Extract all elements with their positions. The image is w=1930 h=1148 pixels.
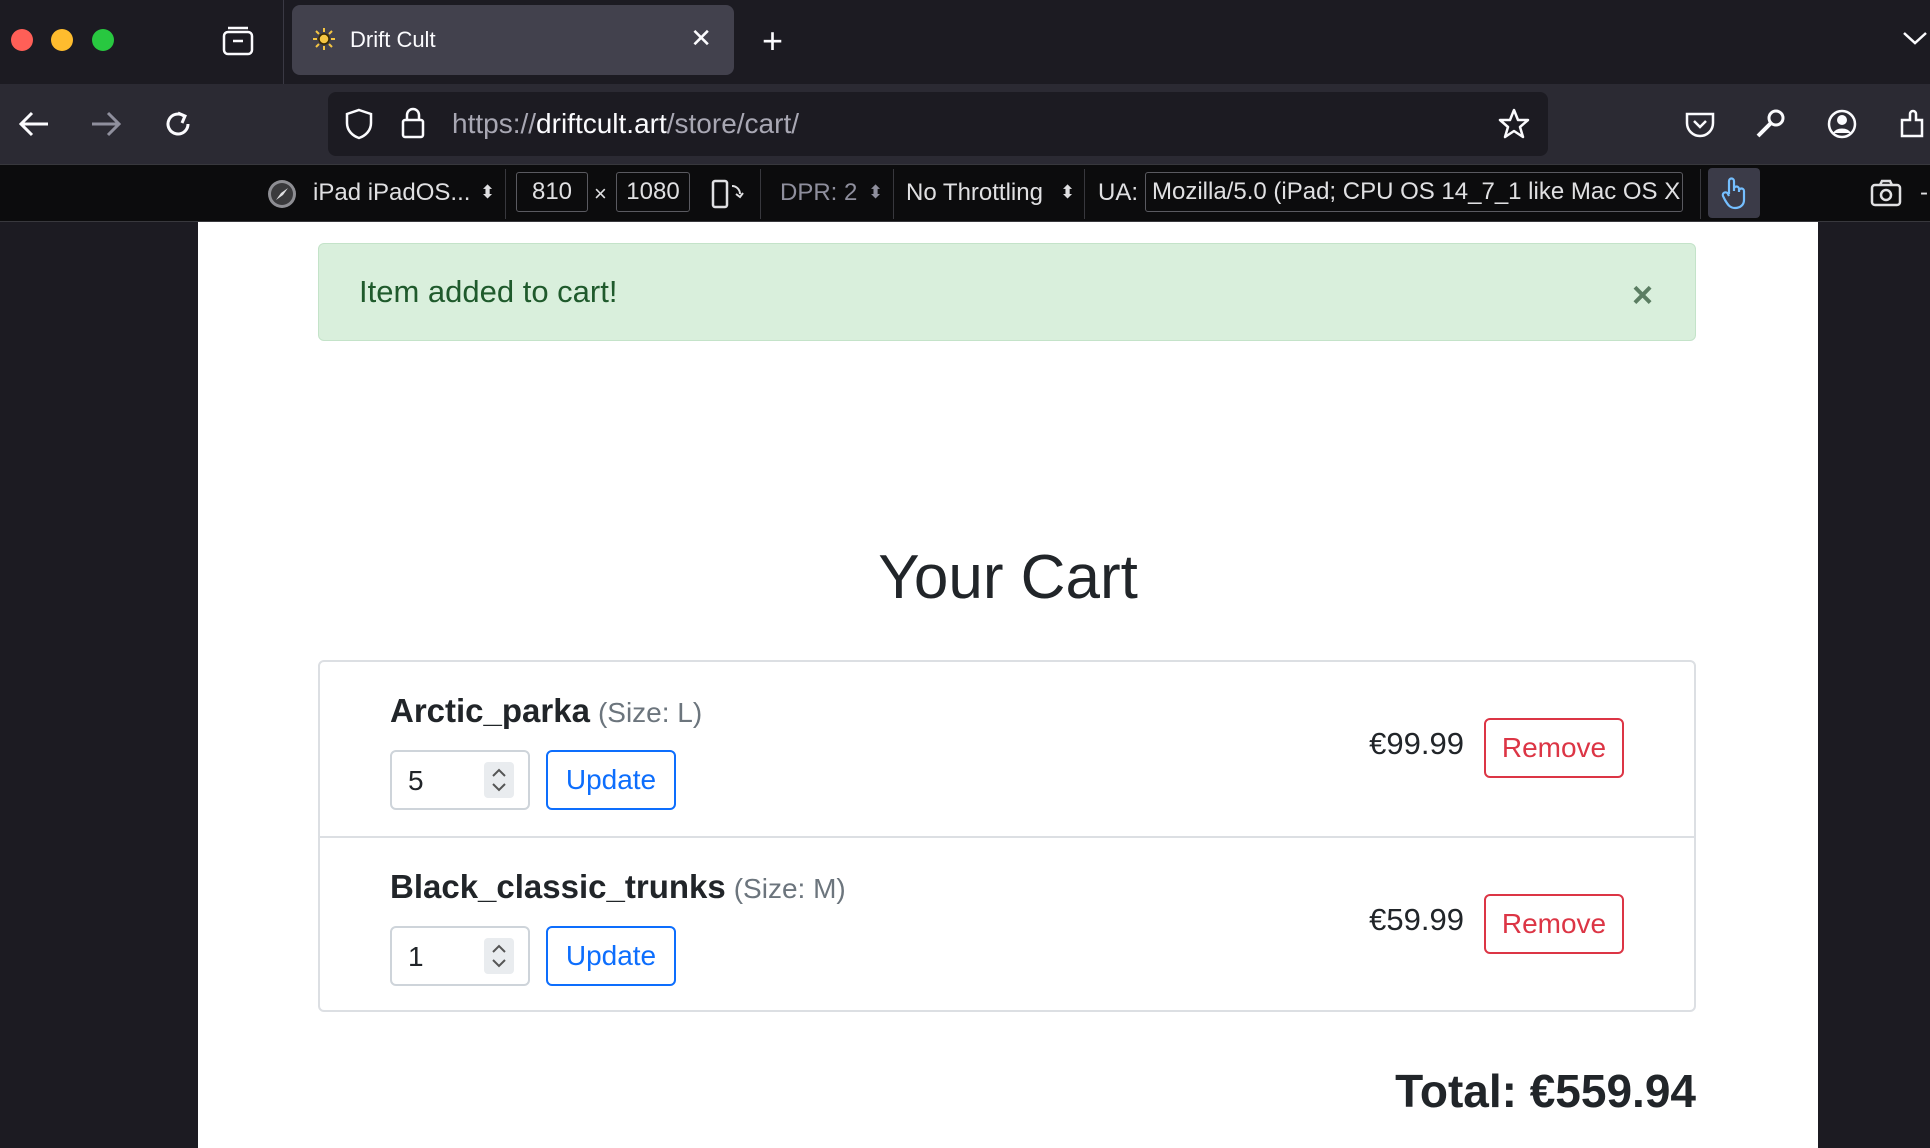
page-viewport: Item added to cart! × Your Cart Arctic_p… bbox=[198, 222, 1818, 1148]
page-title: Your Cart bbox=[878, 543, 1138, 612]
quantity-value: 5 bbox=[408, 765, 424, 796]
item-size: (Size: L) bbox=[597, 697, 703, 728]
item-price: €99.99 bbox=[1369, 726, 1464, 761]
alert-close-icon[interactable]: × bbox=[1632, 274, 1653, 316]
pocket-icon[interactable] bbox=[1684, 110, 1716, 140]
extensions-icon[interactable] bbox=[1898, 108, 1930, 140]
item-name-row: Black_classic_trunks (Size: M) bbox=[390, 868, 846, 906]
toolbar-separator bbox=[1700, 169, 1701, 219]
toolbar-separator bbox=[1084, 169, 1085, 219]
tab-drift-cult[interactable]: Drift Cult ✕ bbox=[292, 5, 734, 75]
device-selector-arrows-icon[interactable]: ⬍ bbox=[480, 182, 495, 203]
url-domain: driftcult.art bbox=[536, 108, 667, 139]
item-size: (Size: M) bbox=[733, 873, 846, 904]
toolbar-separator bbox=[505, 169, 506, 219]
viewport-width-input[interactable]: 810 bbox=[516, 172, 588, 212]
safari-compass-icon bbox=[266, 178, 298, 210]
back-arrow-icon[interactable] bbox=[18, 110, 50, 138]
screenshot-camera-icon[interactable] bbox=[1870, 179, 1902, 207]
reload-icon[interactable] bbox=[162, 108, 194, 140]
device-selector[interactable]: iPad iPadOS... bbox=[313, 179, 470, 207]
quantity-stepper-icon[interactable] bbox=[484, 938, 514, 974]
cart-item: Arctic_parka (Size: L) 5 Update €99.99 Re… bbox=[320, 662, 1694, 836]
quantity-input[interactable]: 5 bbox=[390, 750, 530, 810]
url-text[interactable]: https://driftcult.art/store/cart/ bbox=[452, 108, 799, 140]
responsive-design-toolbar: iPad iPadOS... ⬍ 810 × 1080 DPR: 2 ⬍ No … bbox=[0, 164, 1930, 222]
toolbar-separator bbox=[893, 169, 894, 219]
new-tab-icon[interactable]: + bbox=[762, 20, 783, 62]
item-price: €59.99 bbox=[1369, 902, 1464, 937]
url-path: /store/cart/ bbox=[666, 108, 800, 139]
forward-arrow-icon[interactable] bbox=[90, 110, 122, 138]
tab-separator bbox=[283, 0, 284, 84]
dpr-selector[interactable]: DPR: 2 bbox=[780, 179, 857, 207]
tab-close-icon[interactable]: ✕ bbox=[690, 23, 712, 54]
rotate-device-icon[interactable] bbox=[710, 178, 744, 210]
update-button[interactable]: Update bbox=[546, 926, 676, 986]
tab-title: Drift Cult bbox=[350, 27, 436, 52]
maximize-window-button[interactable] bbox=[92, 29, 114, 51]
hand-pointer-icon bbox=[1720, 176, 1748, 210]
dimension-separator: × bbox=[594, 181, 607, 206]
ua-label: UA: bbox=[1098, 179, 1139, 206]
toolbar-overflow-icon[interactable]: - bbox=[1920, 179, 1928, 207]
item-name: Black_classic_trunks bbox=[390, 868, 726, 905]
dpr-arrows-icon[interactable]: ⬍ bbox=[868, 182, 883, 203]
cart-total: Total: €559.94 bbox=[1395, 1065, 1696, 1117]
throttling-selector[interactable]: No Throttling bbox=[906, 179, 1043, 207]
item-name-row: Arctic_parka (Size: L) bbox=[390, 692, 702, 730]
quantity-stepper-icon[interactable] bbox=[484, 762, 514, 798]
quantity-input[interactable]: 1 bbox=[390, 926, 530, 986]
lock-icon[interactable] bbox=[400, 106, 426, 140]
shield-icon[interactable] bbox=[344, 108, 374, 140]
update-button[interactable]: Update bbox=[546, 750, 676, 810]
viewport-height-input[interactable]: 1080 bbox=[616, 172, 690, 212]
remove-button[interactable]: Remove bbox=[1484, 894, 1624, 954]
bookmark-star-icon[interactable] bbox=[1498, 108, 1530, 140]
remove-button[interactable]: Remove bbox=[1484, 718, 1624, 778]
toolbar-separator bbox=[760, 169, 761, 219]
close-window-button[interactable] bbox=[11, 29, 33, 51]
minimize-window-button[interactable] bbox=[51, 29, 73, 51]
throttling-arrows-icon[interactable]: ⬍ bbox=[1060, 182, 1075, 203]
quantity-value: 1 bbox=[408, 941, 424, 972]
alert-message: Item added to cart! bbox=[359, 274, 618, 309]
success-alert: Item added to cart! × bbox=[318, 243, 1696, 341]
tab-bar: Drift Cult ✕ + bbox=[0, 0, 1930, 84]
tab-overview-icon[interactable] bbox=[222, 26, 254, 56]
wrench-icon[interactable] bbox=[1754, 108, 1786, 140]
url-bar[interactable]: https://driftcult.art/store/cart/ bbox=[328, 92, 1548, 156]
cart-item: Black_classic_trunks (Size: M) 1 Update €… bbox=[320, 836, 1694, 1012]
url-scheme: https:// bbox=[452, 108, 537, 139]
sun-favicon-icon bbox=[312, 27, 336, 51]
cart-list: Arctic_parka (Size: L) 5 Update €99.99 Re… bbox=[318, 660, 1696, 1012]
touch-simulation-button[interactable] bbox=[1708, 168, 1760, 218]
list-tabs-chevron-icon[interactable] bbox=[1902, 30, 1928, 46]
item-name: Arctic_parka bbox=[390, 692, 590, 729]
user-agent-input[interactable]: Mozilla/5.0 (iPad; CPU OS 14_7_1 like Ma… bbox=[1145, 172, 1683, 212]
account-icon[interactable] bbox=[1826, 108, 1858, 140]
